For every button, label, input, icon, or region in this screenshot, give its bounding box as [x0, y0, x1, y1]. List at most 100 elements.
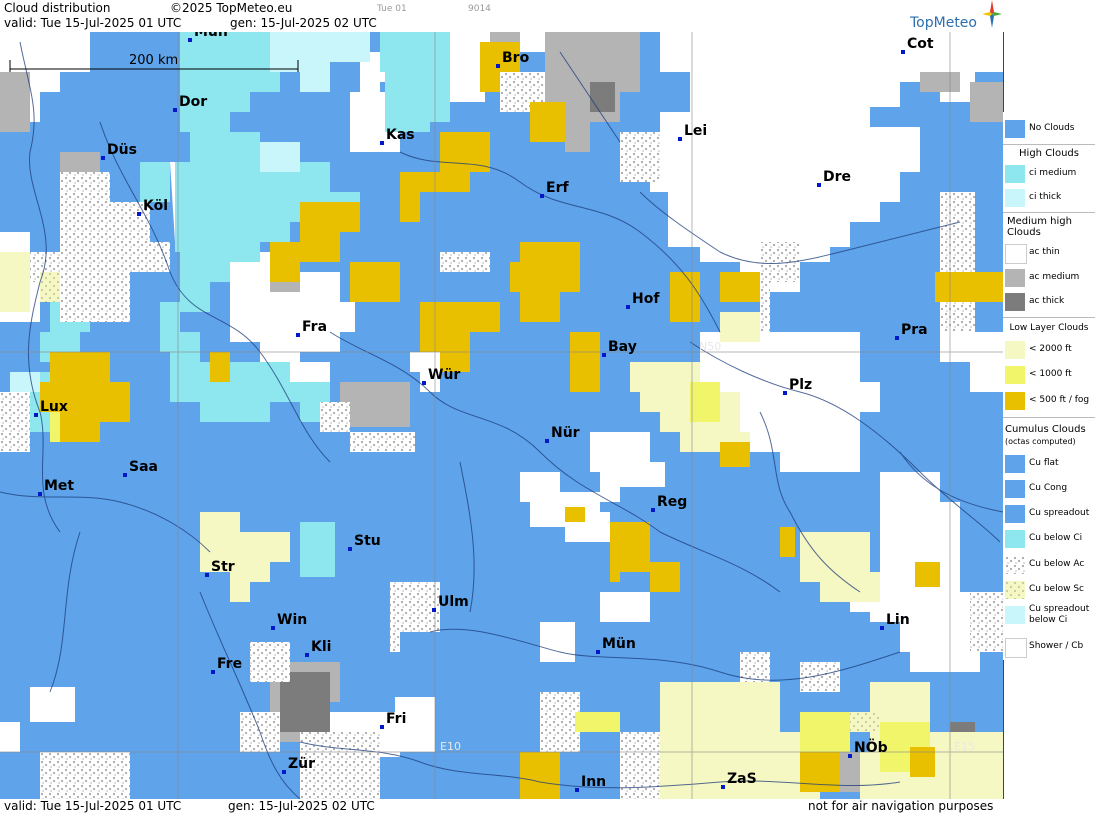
legend-cumulus-sub: (octas computed) [1005, 437, 1076, 446]
generated-time: gen: 15-Jul-2025 02 UTC [230, 16, 377, 30]
compass-icon [982, 0, 1002, 28]
city-marker [626, 305, 630, 309]
city-marker [817, 183, 821, 187]
city-marker [496, 64, 500, 68]
city-marker [211, 670, 215, 674]
legend-label: Shower / Cb [1029, 641, 1084, 651]
city-marker [305, 653, 309, 657]
city-label: Win [277, 612, 307, 628]
city-label: Fri [386, 711, 406, 727]
city-label: Reg [657, 494, 687, 510]
legend-swatch-ci-thick [1005, 189, 1025, 207]
legend-shower: Shower / Cb [1003, 636, 1095, 658]
legend-label: ci medium [1029, 168, 1077, 178]
logo-text: TopMeteo [910, 15, 977, 31]
legend-swatch-low-2000 [1005, 341, 1025, 359]
legend-low-2000: < 2000 ft [1003, 339, 1095, 361]
legend-low-500: < 500 ft / fog [1003, 390, 1095, 412]
city-marker [901, 50, 905, 54]
legend-cu-flat: Cu flat [1003, 453, 1095, 475]
city-marker [895, 336, 899, 340]
city-label: Ulm [438, 594, 469, 610]
city-label: Hof [632, 291, 660, 307]
city-marker [38, 492, 42, 496]
city-marker [271, 626, 275, 630]
city-label: Pra [901, 322, 928, 338]
copyright: ©2025 TopMeteo.eu [170, 1, 293, 15]
city-marker [34, 413, 38, 417]
city-label: Kli [311, 639, 331, 655]
city-label: Kas [386, 127, 415, 143]
grid-label-n50: N50 [699, 340, 721, 353]
legend-swatch-ac-thick [1005, 293, 1025, 311]
footer-valid-time: valid: Tue 15-Jul-2025 01 UTC [4, 799, 182, 813]
legend-ci-medium: ci medium [1003, 163, 1095, 185]
legend-divider [1003, 317, 1095, 318]
legend-swatch-ac-medium [1005, 269, 1025, 287]
topmeteo-logo: TopMeteo [908, 0, 1004, 32]
city-label: Lux [40, 399, 68, 415]
legend-ac-thick: ac thick [1003, 291, 1095, 313]
run-code: Tue 01 [377, 4, 407, 14]
legend-swatch-cu-below-sc [1005, 581, 1025, 599]
legend-ac-medium: ac medium [1003, 267, 1095, 289]
legend-label: Cu spreadout below Ci [1029, 604, 1090, 625]
legend: No Clouds High Clouds ci medium ci thick… [1003, 112, 1095, 660]
city-marker [602, 353, 606, 357]
city-marker [282, 770, 286, 774]
city-label: Inn [581, 774, 606, 790]
city-marker [721, 785, 725, 789]
city-marker [380, 725, 384, 729]
legend-cu-below-ac: Cu below Ac [1003, 554, 1095, 576]
city-label: NÖb [854, 738, 888, 756]
city-label: Dre [823, 169, 851, 185]
city-label: Dor [179, 94, 207, 110]
legend-cu-cong: Cu Cong [1003, 478, 1095, 500]
legend-divider [1003, 144, 1095, 145]
city-marker [380, 141, 384, 145]
city-label: Stu [354, 533, 381, 549]
city-label: Str [211, 559, 235, 575]
legend-label: ac medium [1029, 272, 1080, 282]
city-marker [137, 212, 141, 216]
city-label: ZaS [727, 771, 757, 787]
city-marker [296, 333, 300, 337]
header-bar: Cloud distribution ©2025 TopMeteo.eu Tue… [0, 0, 1003, 32]
city-label: Saa [129, 459, 158, 475]
city-marker [173, 108, 177, 112]
legend-label: Cu flat [1029, 458, 1059, 468]
legend-label: Cu below Ac [1029, 559, 1085, 569]
city-label: Bay [608, 339, 637, 355]
city-label: Cot [907, 36, 934, 52]
city-label: Lei [684, 123, 707, 139]
legend-label: Cu spreadout [1029, 508, 1090, 518]
city-label: Plz [789, 377, 812, 393]
legend-swatch-cu-below-ac [1005, 556, 1025, 574]
city-marker [545, 439, 549, 443]
footer-bar: valid: Tue 15-Jul-2025 01 UTC gen: 15-Ju… [0, 799, 1003, 814]
legend-swatch-shower [1005, 638, 1027, 658]
valid-time: valid: Tue 15-Jul-2025 01 UTC [4, 16, 182, 30]
city-label: Lin [886, 612, 910, 628]
legend-swatch-cu-spreadout [1005, 505, 1025, 523]
city-marker [123, 473, 127, 477]
legend-swatch-low-1000 [1005, 366, 1025, 384]
cloud-map[interactable]: N50 E10 E15 200 km Mün Dor Bro Cot Lei Kas Düs… [0, 32, 1004, 799]
legend-label: < 1000 ft [1029, 369, 1072, 379]
city-label: Nür [551, 425, 580, 441]
legend-swatch-cu-cong [1005, 480, 1025, 498]
city-label: Köl [143, 198, 168, 214]
grid-label-e10: E10 [440, 740, 461, 753]
legend-divider [1003, 417, 1095, 418]
legend-label: ac thick [1029, 296, 1065, 306]
city-label: Erf [546, 180, 569, 196]
city-label: Fra [302, 319, 327, 335]
city-label: Düs [107, 142, 137, 158]
footer-disclaimer: not for air navigation purposes [808, 799, 994, 813]
city-marker [651, 508, 655, 512]
city-marker [432, 608, 436, 612]
id-code: 9014 [468, 4, 491, 14]
city-marker [783, 391, 787, 395]
legend-heading-low: Low Layer Clouds [1009, 323, 1089, 333]
legend-label: Cu below Sc [1029, 584, 1084, 594]
